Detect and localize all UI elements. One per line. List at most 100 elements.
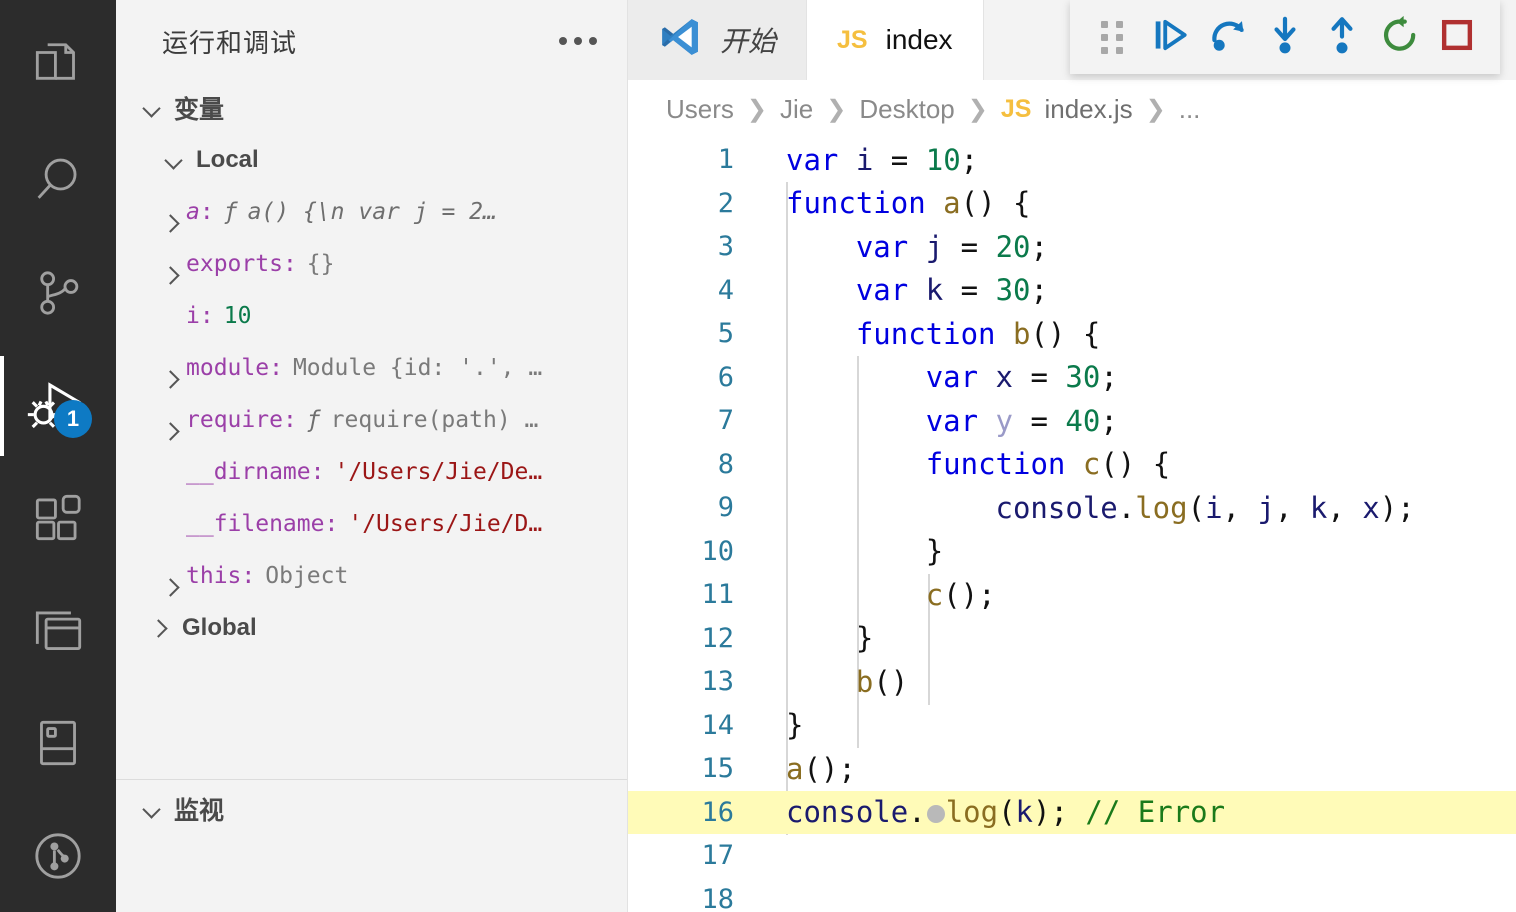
step-into-icon <box>1263 13 1307 62</box>
variable-name: i <box>186 303 200 329</box>
variable-row-this[interactable]: this: Object <box>116 550 627 602</box>
line-number: 17 <box>701 840 734 872</box>
variable-row-filename[interactable]: __filename: '/Users/Jie/D… <box>116 498 627 550</box>
sidebar-item-explorer[interactable] <box>0 12 116 125</box>
variable-name: this <box>186 563 242 589</box>
line-number: 13 <box>701 666 734 698</box>
sidebar-item-source-control[interactable] <box>0 237 116 350</box>
code-line[interactable]: 18 <box>628 878 1516 912</box>
line-content: function a() { <box>786 186 1031 221</box>
line-content: var k = 30; <box>855 273 1048 308</box>
variable-row-require[interactable]: require: ƒ require(path) … <box>116 394 627 446</box>
variables-section-header[interactable]: 变量 <box>116 82 627 134</box>
code-line[interactable]: 15 a(); <box>628 747 1516 791</box>
tab-welcome[interactable]: 开始 <box>628 0 808 80</box>
more-actions-button[interactable] <box>555 27 601 55</box>
tab-label: 开始 <box>720 26 777 57</box>
line-number: 15 <box>701 753 734 785</box>
code-line[interactable]: 8 function c() { <box>628 443 1516 487</box>
step-into-button[interactable] <box>1256 6 1313 68</box>
variable-row-i[interactable]: i: 10 <box>116 290 627 342</box>
breadcrumb: Users ❯ Jie ❯ Desktop ❯ JS index.js ❯ ..… <box>628 80 1516 138</box>
code-line[interactable]: 1 var i = 10; <box>628 138 1516 182</box>
chevron-down-icon <box>142 97 164 119</box>
variable-row-exports[interactable]: exports: {} <box>116 238 627 290</box>
chevron-right-icon: ❯ <box>746 95 768 123</box>
sidebar-item-run-and-debug[interactable]: 1 <box>0 350 116 463</box>
debug-toolbar[interactable] <box>1070 0 1500 74</box>
code-line[interactable]: 7 var y = 40; <box>628 399 1516 443</box>
scope-global-header[interactable]: Global <box>116 602 627 654</box>
sidebar-item-test-explorer[interactable] <box>0 687 116 800</box>
code-line[interactable]: 12 } <box>628 617 1516 661</box>
code-line[interactable]: 10 } <box>628 530 1516 574</box>
tab-index-js[interactable]: JS index <box>807 0 984 80</box>
variable-colon: : <box>282 251 297 277</box>
step-out-button[interactable] <box>1314 6 1371 68</box>
variables-list: a: ƒ a() {\n var j = 2… exports: {} i: 1… <box>116 186 627 779</box>
code-line[interactable]: 9 console.log(i, j, k, x); <box>628 486 1516 530</box>
grip-dot <box>1100 20 1108 28</box>
line-content: } <box>925 534 944 569</box>
variable-colon: : <box>324 511 339 537</box>
stop-icon <box>1435 13 1479 62</box>
chevron-right-icon: ❯ <box>826 95 847 123</box>
sidebar-item-extensions[interactable] <box>0 462 116 575</box>
js-file-icon: JS <box>1000 94 1032 123</box>
variable-value: 10 <box>223 303 252 329</box>
line-number: 5 <box>717 318 734 350</box>
code-line[interactable]: 6 var x = 30; <box>628 356 1516 400</box>
line-number: 9 <box>717 492 734 524</box>
scope-local-header[interactable]: Local <box>116 134 627 186</box>
line-content: function c() { <box>925 447 1171 482</box>
breadcrumb-item-file[interactable]: index.js <box>1044 94 1132 125</box>
variables-section-label: 变量 <box>174 96 225 124</box>
watch-section-label: 监视 <box>174 797 225 825</box>
code-line-current[interactable]: 16 console. log(k); // Error <box>628 790 1516 834</box>
stop-button[interactable] <box>1429 6 1486 68</box>
variable-colon: : <box>282 407 297 433</box>
line-content: b() <box>855 664 909 699</box>
step-out-icon <box>1320 13 1364 62</box>
code-line[interactable]: 3 var j = 20; <box>628 225 1516 269</box>
restart-button[interactable] <box>1371 6 1428 68</box>
line-number: 2 <box>717 187 734 219</box>
chevron-right-icon: ❯ <box>1145 95 1166 123</box>
sidebar-item-remote-explorer[interactable] <box>0 575 116 688</box>
variable-colon: : <box>269 355 283 381</box>
sidebar-item-git-graph[interactable] <box>0 800 116 912</box>
variable-row-dirname[interactable]: __dirname: '/Users/Jie/De… <box>116 446 627 498</box>
line-number: 18 <box>701 883 734 912</box>
breadcrumb-item-desktop[interactable]: Desktop <box>859 94 954 125</box>
line-content: } <box>855 621 874 656</box>
debug-toolbar-drag-handle[interactable] <box>1084 6 1141 68</box>
cursor-indicator <box>926 805 945 824</box>
watch-expressions-list[interactable] <box>116 838 627 912</box>
variable-value: require(path) … <box>330 407 539 433</box>
code-line[interactable]: 5 function b() { <box>628 312 1516 356</box>
restart-icon <box>1378 13 1422 62</box>
code-line[interactable]: 11 c(); <box>628 573 1516 617</box>
sidebar-item-search[interactable] <box>0 125 116 238</box>
breadcrumb-item-users[interactable]: Users <box>666 94 734 125</box>
code-line[interactable]: 17 <box>628 834 1516 878</box>
step-over-button[interactable] <box>1199 6 1256 68</box>
code-editor[interactable]: 1 var i = 10; 2 function a() { 3 var j =… <box>628 138 1516 912</box>
debug-badge: 1 <box>54 400 92 438</box>
dot <box>574 37 582 45</box>
variable-value: '/Users/Jie/D… <box>348 511 543 537</box>
code-line[interactable]: 14 } <box>628 704 1516 748</box>
breadcrumb-overflow[interactable]: ... <box>1179 94 1201 125</box>
code-line[interactable]: 4 var k = 30; <box>628 269 1516 313</box>
code-line[interactable]: 13 b() <box>628 660 1516 704</box>
code-line[interactable]: 2 function a() { <box>628 182 1516 226</box>
watch-section-header[interactable]: 监视 <box>116 780 627 838</box>
variable-name: __filename <box>186 511 325 537</box>
remote-explorer-icon <box>27 600 89 662</box>
variable-row-a[interactable]: a: ƒ a() {\n var j = 2… <box>116 186 627 238</box>
variable-row-module[interactable]: module: Module {id: '.', … <box>116 342 627 394</box>
editor-area: 开始 JS index Users ❯ Jie ❯ Desktop ❯ JS i… <box>628 0 1516 912</box>
continue-button[interactable] <box>1141 6 1198 68</box>
breadcrumb-item-jie[interactable]: Jie <box>780 94 813 125</box>
js-file-icon: JS <box>837 25 868 54</box>
